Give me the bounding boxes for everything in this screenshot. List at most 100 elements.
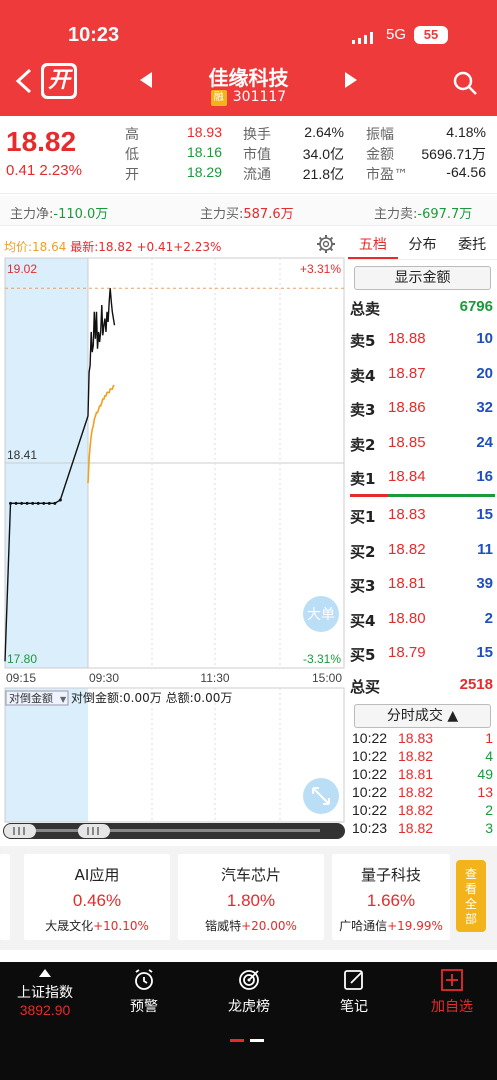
- index-value: 3892.90: [19, 1002, 71, 1018]
- main-buy-flow: 主力买:587.6万: [200, 207, 294, 222]
- gear-icon[interactable]: [316, 234, 336, 254]
- tab-orderbook-0[interactable]: 五档: [348, 230, 398, 259]
- tab-index[interactable]: 上证指数 3892.90: [14, 968, 76, 1018]
- quote-label: 开: [125, 167, 139, 183]
- tab-alert-label: 预警: [130, 999, 158, 1015]
- level-price: 18.82: [388, 540, 426, 558]
- level-volume: 24: [476, 433, 493, 451]
- tick-row: 10:22 18.82 2: [348, 802, 497, 820]
- main-flow-bar: 主力净:-110.0万 主力买:587.6万 主力卖:-697.7万: [0, 196, 497, 226]
- tick-volume: 1: [485, 730, 493, 746]
- total-sell-row: 总卖 6796: [350, 298, 493, 318]
- tick-price: 18.81: [398, 766, 434, 782]
- tick-row: 10:22 18.82 4: [348, 748, 497, 766]
- signal-icon: [352, 32, 373, 44]
- intraday-chart[interactable]: 19.02 18.41 17.80 +3.31% -3.31% 09:15 09:30 11:…: [0, 230, 348, 840]
- bottom-tab-bar: 上证指数 3892.90 预警 龙虎榜 笔记 加自选: [0, 962, 497, 1080]
- range-slider-rail: [20, 829, 320, 832]
- stock-code: 301117: [232, 89, 287, 105]
- tick-time: 10:22: [352, 784, 388, 800]
- tick-volume: 2: [485, 802, 493, 818]
- search-icon[interactable]: [452, 70, 478, 96]
- quote-label: 换手: [243, 127, 271, 143]
- tick-time: 10:22: [352, 730, 388, 746]
- x-label: 09:15: [6, 671, 36, 685]
- tab-add-watchlist-label: 加自选: [431, 999, 473, 1015]
- quote-value: 5696.71万: [421, 146, 486, 162]
- bid-level[interactable]: 买2 18.82 11: [348, 541, 497, 563]
- order-book: 五档 分布 委托 显示金额 总卖 6796 卖5 18.88 10 卖4 18.87 20 卖3…: [348, 230, 497, 840]
- caret-up-icon: [39, 969, 51, 977]
- quote-label: 低: [125, 147, 139, 163]
- tick-volume: 3: [485, 820, 493, 836]
- bid-level[interactable]: 买3 18.81 39: [348, 575, 497, 597]
- quote-value: 34.0亿: [302, 146, 344, 162]
- ask-level[interactable]: 卖5 18.88 10: [348, 330, 497, 352]
- tick-volume: 49: [477, 766, 493, 782]
- sector-card[interactable]: 汽车芯片 1.80% 锴威特+20.00%: [178, 854, 324, 940]
- bid-level[interactable]: 买1 18.83 15: [348, 506, 497, 528]
- range-slider-handle-right[interactable]: [78, 824, 110, 838]
- ask-level[interactable]: 卖4 18.87 20: [348, 365, 497, 387]
- tab-orderbook-2[interactable]: 委托: [447, 230, 497, 259]
- level-price: 18.83: [388, 506, 426, 523]
- tick-price: 18.82: [398, 820, 434, 836]
- range-slider-handle-left[interactable]: [4, 824, 36, 838]
- tab-dragon-tiger[interactable]: 龙虎榜: [224, 968, 274, 1016]
- quote-label: 金额: [366, 147, 394, 163]
- tick-row: 10:22 18.83 1: [348, 730, 497, 748]
- level-label: 买1: [350, 508, 376, 526]
- quote-value: 4.18%: [446, 124, 486, 140]
- big-order-label: 大单: [307, 607, 335, 623]
- quote-label: 振幅: [366, 127, 394, 143]
- tick-price: 18.82: [398, 802, 434, 818]
- alarm-clock-icon: [135, 969, 153, 990]
- sector-leader: 大晟文化+10.10%: [45, 919, 149, 933]
- auction-point: [36, 501, 40, 505]
- indicator-select-label: 对倒金额: [9, 691, 53, 705]
- tab-alert[interactable]: 预警: [122, 968, 166, 1016]
- last-price: 18.82: [6, 126, 77, 157]
- auction-point: [47, 501, 51, 505]
- view-all-button[interactable]: 查看全部: [456, 860, 486, 932]
- quote-value: 2.64%: [304, 124, 344, 140]
- next-stock-icon[interactable]: [345, 72, 357, 88]
- tick-row: 10:23 18.82 3: [348, 820, 497, 838]
- bid-level[interactable]: 买5 18.79 15: [348, 644, 497, 666]
- auction-point: [53, 501, 57, 505]
- tick-time: 10:22: [352, 802, 388, 818]
- level-price: 18.79: [388, 644, 426, 661]
- level-volume: 15: [476, 644, 493, 661]
- tick-time: 10:23: [352, 820, 388, 836]
- level-volume: 20: [476, 364, 493, 382]
- pct-label-bottom: -3.31%: [303, 652, 341, 666]
- avg-price-line: [87, 384, 115, 484]
- ask-level[interactable]: 卖3 18.86 32: [348, 399, 497, 421]
- level-label: 卖2: [350, 435, 376, 454]
- level-price: 18.84: [388, 468, 426, 485]
- tab-orderbook-1[interactable]: 分布: [398, 230, 448, 259]
- sector-card[interactable]: 量子科技 1.66% 广哈通信+19.99%: [332, 854, 450, 940]
- tab-notes[interactable]: 笔记: [332, 968, 376, 1016]
- stock-name: 佳缘科技: [208, 66, 289, 90]
- tab-dragon-tiger-label: 龙虎榜: [228, 999, 270, 1015]
- sector-card[interactable]: AI应用 0.46% 大晟文化+10.10%: [24, 854, 170, 940]
- tick-price: 18.82: [398, 748, 434, 764]
- network-type: 5G: [386, 26, 407, 43]
- quote-value: 18.29: [186, 164, 222, 180]
- bid-level[interactable]: 买4 18.80 2: [348, 610, 497, 632]
- indicator-text: 对倒金额:0.00万 总额:0.00万: [71, 690, 232, 705]
- ticks-toggle-button[interactable]: 分时成交 ▲: [354, 704, 491, 728]
- ask-level[interactable]: 卖2 18.85 24: [348, 434, 497, 456]
- sector-leader: 锴威特+20.00%: [205, 919, 297, 933]
- tab-add-watchlist[interactable]: 加自选: [428, 968, 476, 1016]
- main-sell-flow: 主力卖:-697.7万: [374, 207, 473, 222]
- ask-level[interactable]: 卖1 18.84 16: [348, 468, 497, 490]
- intraday-chart-svg[interactable]: 19.02 18.41 17.80 +3.31% -3.31% 09:15 09:30 11:…: [0, 230, 348, 840]
- auction-point: [20, 501, 24, 505]
- level-volume: 32: [476, 399, 493, 416]
- tick-time: 10:22: [352, 748, 388, 764]
- battery-icon: 55: [414, 26, 448, 44]
- show-amount-button[interactable]: 显示金额: [354, 266, 491, 290]
- auction-point: [14, 501, 18, 505]
